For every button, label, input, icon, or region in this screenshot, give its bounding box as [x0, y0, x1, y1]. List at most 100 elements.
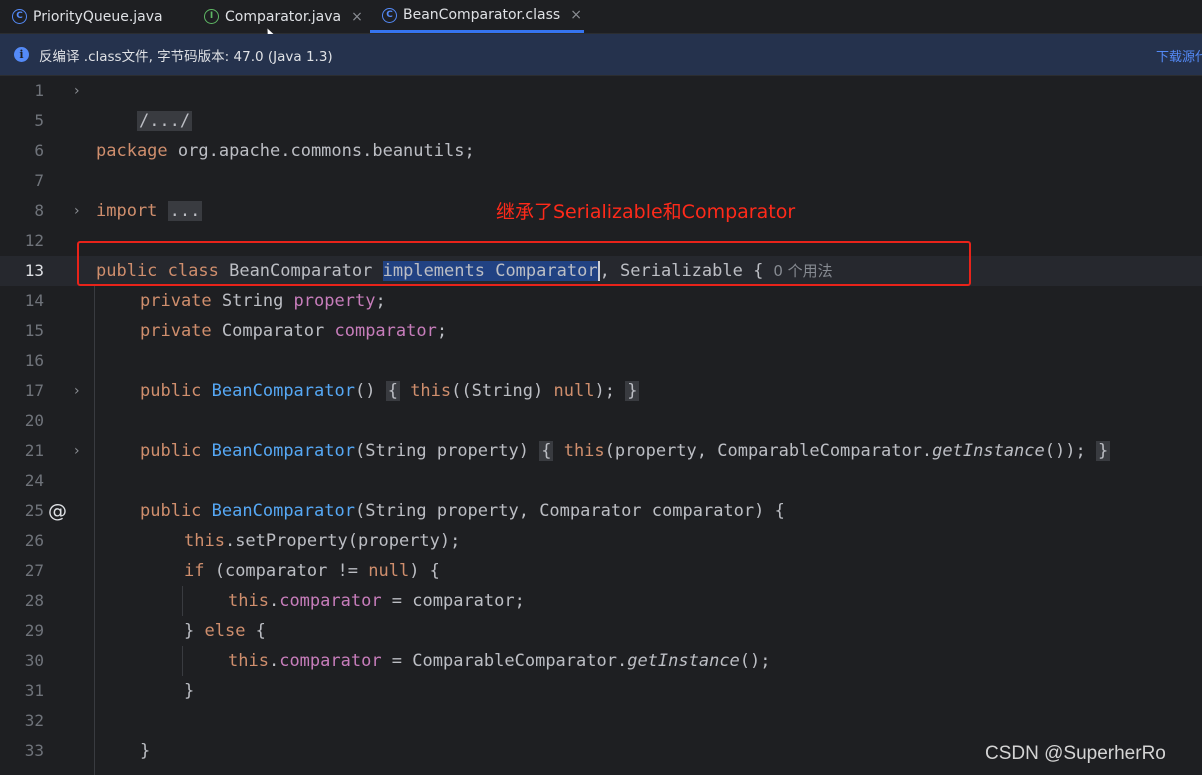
code-text: .setProperty(property); [224, 531, 461, 551]
fold-chevron-icon[interactable]: › [74, 196, 80, 226]
code-line-15: private Comparator comparator; [140, 316, 447, 346]
indent-guide [182, 586, 183, 616]
code-text: ); [594, 381, 615, 401]
annotation-highlight-box [77, 241, 971, 286]
fold-chevron-icon[interactable]: › [74, 76, 80, 106]
keyword: this [410, 381, 452, 401]
keyword: import [96, 201, 158, 221]
code-text: (String property, Comparator comparator)… [354, 501, 785, 521]
line-number: 29 [24, 621, 44, 640]
line-number: 12 [24, 231, 44, 250]
code-text: (String property) [354, 441, 540, 461]
code-text: (); [739, 651, 771, 671]
code-line-28: this.comparator = comparator; [228, 586, 525, 616]
line-number: 21 [24, 441, 44, 460]
method-name: BeanComparator [211, 381, 355, 401]
code-line-25: public BeanComparator(String property, C… [140, 496, 785, 526]
fold-chevron-icon[interactable]: › [74, 376, 80, 406]
close-icon[interactable]: × [570, 7, 582, 23]
code-editor[interactable]: 1 5 6 7 8 12 13 14 15 16 17 20 21 24 25 … [0, 76, 1202, 775]
indent-guide [182, 646, 183, 676]
line-number: 5 [34, 111, 44, 130]
keyword: package [96, 141, 168, 161]
method-call: getInstance [627, 651, 740, 671]
folded-brace[interactable]: { [385, 381, 400, 401]
code-text: (comparator != [204, 561, 369, 581]
folded-brace[interactable]: } [625, 381, 640, 401]
info-icon: i [14, 47, 29, 62]
indent-guide [94, 286, 95, 775]
code-text: } [184, 621, 205, 641]
decompiled-info-banner: i 反编译 .class文件, 字节码版本: 47.0 (Java 1.3) 下… [0, 34, 1202, 76]
line-number: 31 [24, 681, 44, 700]
code-line-33: } [140, 741, 151, 761]
keyword: private [140, 321, 212, 341]
watermark: CSDN @SuperherRo [985, 743, 1166, 764]
line-number: 32 [24, 711, 44, 730]
keyword: null [553, 381, 595, 401]
keyword: public [140, 441, 202, 461]
tab-comparator[interactable]: I Comparator.java × [192, 0, 364, 33]
annotation-text: 继承了Serializable和Comparator [496, 201, 796, 223]
folded-brace[interactable]: { [539, 441, 554, 461]
fold-chevron-icon[interactable]: › [74, 436, 80, 466]
line-number: 1 [34, 81, 44, 100]
interface-icon: I [204, 9, 219, 24]
method-name: BeanComparator [211, 501, 355, 521]
code-text: . [268, 651, 280, 671]
type-name: String [211, 291, 294, 311]
code-text: . [268, 591, 280, 611]
line-number: 6 [34, 141, 44, 160]
close-icon[interactable]: × [351, 9, 363, 25]
keyword: this [184, 531, 225, 551]
line-number: 17 [24, 381, 44, 400]
banner-text: 反编译 .class文件, 字节码版本: 47.0 (Java 1.3) [39, 48, 333, 65]
code-text: ) { [409, 561, 440, 581]
class-icon: C [382, 7, 397, 23]
code-line-31: } [184, 681, 195, 701]
tab-beancomparator[interactable]: C BeanComparator.class × [370, 0, 584, 33]
code-text: ((String) [451, 381, 554, 401]
editor-tab-bar: C PriorityQueue.java I Comparator.java ×… [0, 0, 1202, 42]
line-number: 28 [24, 591, 44, 610]
code-line-14: private String property; [140, 286, 386, 316]
keyword: this [228, 591, 269, 611]
keyword: this [228, 651, 269, 671]
line-number: 30 [24, 651, 44, 670]
code-line-1: /.../ [96, 76, 193, 131]
download-sources-link[interactable]: 下载源代码 [1156, 46, 1202, 65]
type-name: Comparator [211, 321, 335, 341]
code-line-26: this.setProperty(property); [184, 526, 460, 556]
folded-imports[interactable]: ... [167, 201, 203, 221]
code-line-17: public BeanComparator() { this((String) … [140, 376, 640, 406]
code-text: = ComparableComparator. [381, 651, 628, 671]
code-text: ; [436, 321, 448, 341]
field-name: property [293, 291, 376, 311]
keyword: public [140, 381, 202, 401]
code-text: ; [375, 291, 386, 311]
code-line-6: package org.apache.commons.beanutils; [96, 136, 475, 166]
keyword: private [140, 291, 212, 311]
method-name: BeanComparator [211, 441, 355, 461]
keyword: null [368, 561, 410, 581]
override-marker-icon[interactable]: @ [48, 496, 67, 526]
line-number: 7 [34, 171, 44, 190]
folded-header-comment[interactable]: /.../ [136, 111, 193, 131]
method-call: getInstance [932, 441, 1045, 461]
line-number: 26 [24, 531, 44, 550]
tab-priorityqueue[interactable]: C PriorityQueue.java [0, 0, 185, 33]
keyword: this [563, 441, 605, 461]
line-number: 25 [24, 501, 44, 520]
line-number: 24 [24, 471, 44, 490]
code-text: { [245, 621, 266, 641]
code-text: () [354, 381, 386, 401]
code-text: org.apache.commons.beanutils; [167, 141, 475, 161]
line-number: 33 [24, 741, 44, 760]
line-number: 20 [24, 411, 44, 430]
keyword: else [204, 621, 246, 641]
field-name: comparator [334, 321, 437, 341]
folded-brace[interactable]: } [1095, 441, 1111, 461]
code-line-21: public BeanComparator(String property) {… [140, 436, 1111, 466]
field-name: comparator [279, 651, 382, 671]
code-line-27: if (comparator != null) { [184, 556, 440, 586]
